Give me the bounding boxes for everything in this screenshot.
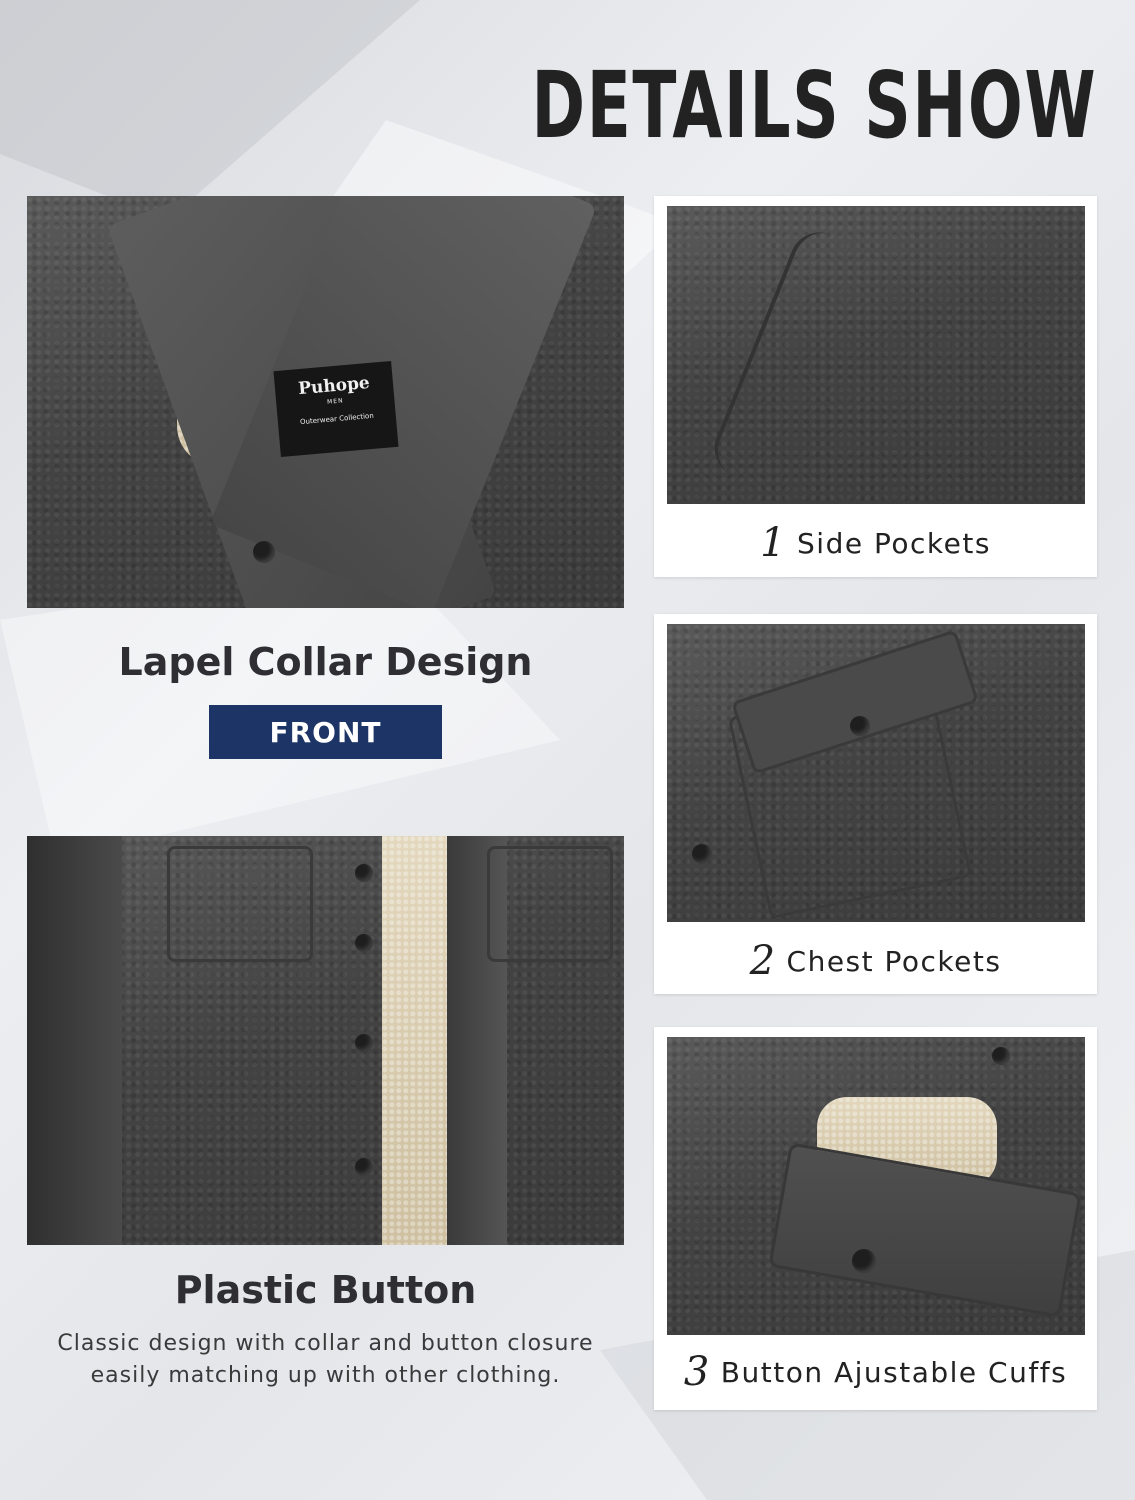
brand-label-collection: Outerwear Collection [299,411,375,427]
front-tag: FRONT [209,705,442,759]
chest-pocket-seam [167,846,313,962]
button-description: Classic design with collar and button cl… [27,1328,624,1392]
feature-card-chest-pockets: 2 Chest Pockets [654,614,1097,994]
card-number: 3 [683,1349,711,1395]
card-caption: 3 Button Ajustable Cuffs [654,1349,1097,1395]
card-caption: 1 Side Pockets [654,520,1097,566]
side-pocket-photo [667,206,1085,504]
card-number: 2 [749,938,777,984]
collar-title: Lapel Collar Design [118,640,533,684]
card-caption: 2 Chest Pockets [654,938,1097,984]
sleeve [27,836,122,1245]
feature-card-adjustable-cuffs: 3 Button Ajustable Cuffs [654,1027,1097,1410]
shirt-button-icon [355,934,373,952]
shirt-button-icon [852,1249,876,1273]
button-title: Plastic Button [174,1268,477,1312]
shirt-button-icon [992,1047,1010,1065]
page-heading: DETAILS SHOW [531,52,1097,159]
shirt-button-icon [253,541,275,563]
card-number: 1 [760,520,788,566]
button-placket-photo [27,836,624,1245]
shirt-button-icon [355,864,373,882]
collar-photo: Puhope MEN Outerwear Collection [27,196,624,608]
button-description-line: Classic design with collar and button cl… [57,1331,594,1356]
chest-pocket-seam [487,846,613,962]
chest-pocket-photo [667,624,1085,922]
pocket-opening [705,223,863,489]
shirt-button-icon [850,716,870,736]
shirt-button-icon [355,1034,373,1052]
card-label: Side Pockets [797,527,991,560]
shirt-button-icon [355,1158,373,1176]
card-label: Chest Pockets [786,945,1002,978]
shirt-button-icon [692,844,712,864]
cuff-photo [667,1037,1085,1335]
feature-card-side-pockets: 1 Side Pockets [654,196,1097,577]
cuff-tab [768,1142,1082,1318]
button-description-line: easily matching up with other clothing. [90,1363,561,1388]
card-label: Button Ajustable Cuffs [720,1356,1068,1389]
brand-label: Puhope MEN Outerwear Collection [273,361,399,457]
